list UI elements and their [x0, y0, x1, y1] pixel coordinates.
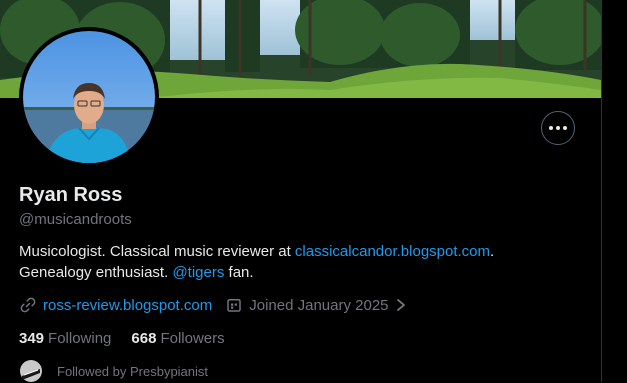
profile-avatar[interactable]	[19, 27, 159, 167]
followed-by-text: Followed by Presbypianist	[57, 363, 209, 379]
more-options-button[interactable]	[541, 111, 575, 145]
column-divider	[601, 0, 602, 382]
profile-name: Ryan Ross	[19, 184, 123, 206]
link-icon	[20, 297, 36, 313]
profile-meta: ross-review.blogspot.com Joined January …	[19, 295, 407, 315]
followed-by[interactable]: Followed by Presbypianist	[19, 359, 208, 383]
website-link[interactable]: ross-review.blogspot.com	[43, 297, 212, 314]
joined-date: Joined January 2025	[249, 296, 389, 314]
chevron-right-icon[interactable]	[395, 298, 407, 312]
profile-bio: Musicologist. Classical music reviewer a…	[19, 243, 495, 281]
follow-counts: 349 Following 668 Followers	[19, 330, 245, 347]
more-horizontal-icon	[549, 126, 553, 130]
profile-handle: @musicandroots	[19, 211, 132, 228]
bio-link[interactable]: classicalcandor.blogspot.com	[295, 243, 490, 260]
calendar-icon	[227, 299, 241, 312]
follower-avatar	[19, 359, 43, 383]
following-link[interactable]: 349 Following	[19, 330, 111, 347]
bio-mention[interactable]: @tigers	[172, 264, 224, 281]
followers-link[interactable]: 668 Followers	[131, 330, 224, 347]
